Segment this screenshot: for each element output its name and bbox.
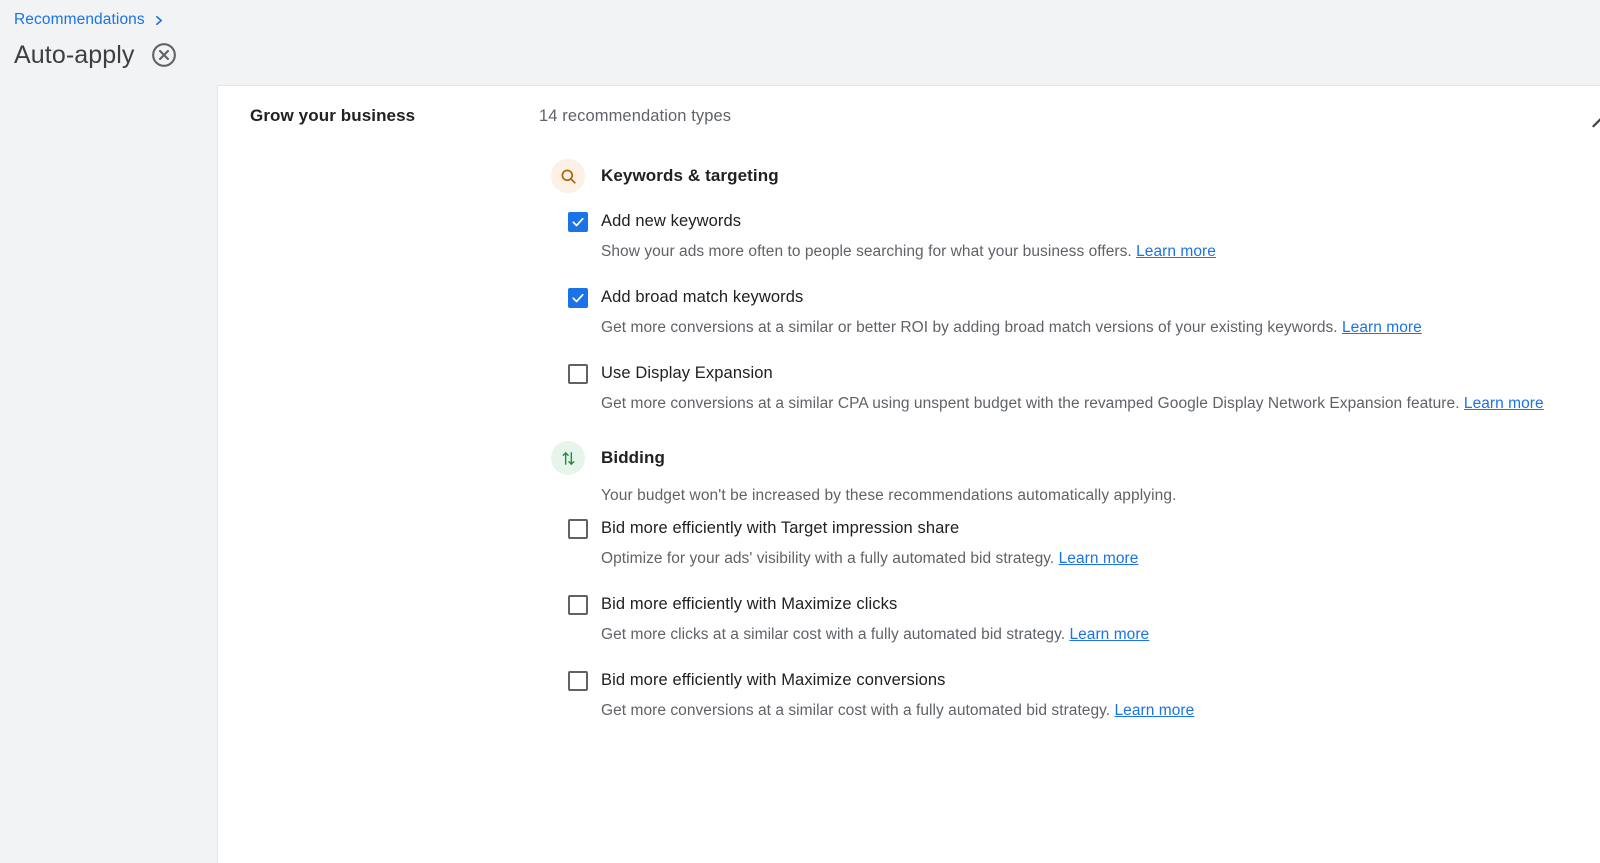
option-description-text: Get more conversions at a similar cost w… xyxy=(601,702,1111,719)
learn-more-link[interactable]: Learn more xyxy=(1069,626,1149,643)
group-name: Bidding xyxy=(601,448,665,467)
option-description-text: Show your ads more often to people searc… xyxy=(601,243,1132,260)
option-description-text: Get more clicks at a similar cost with a… xyxy=(601,626,1066,643)
checkbox-maximize-clicks[interactable] xyxy=(568,595,588,615)
checkbox-maximize-conversions[interactable] xyxy=(568,671,588,691)
option-description: Optimize for your ads' visibility with a… xyxy=(601,548,1536,569)
section-recommendation-count: 14 recommendation types xyxy=(539,107,732,125)
option-label[interactable]: Bid more efficiently with Maximize conve… xyxy=(601,669,1600,691)
group-name: Keywords & targeting xyxy=(601,166,779,185)
close-circle-icon[interactable] xyxy=(150,41,178,69)
learn-more-link[interactable]: Learn more xyxy=(1136,243,1216,260)
option-use-display-expansion: Use Display Expansion Get more conversio… xyxy=(551,362,1600,414)
group-options: Bid more efficiently with Target impress… xyxy=(551,517,1600,721)
option-target-impression-share: Bid more efficiently with Target impress… xyxy=(551,517,1600,569)
recommendations-card: Grow your business 14 recommendation typ… xyxy=(217,85,1600,863)
learn-more-link[interactable]: Learn more xyxy=(1464,395,1544,412)
group-note: Your budget won't be increased by these … xyxy=(601,487,1177,504)
learn-more-link[interactable]: Learn more xyxy=(1342,319,1422,336)
learn-more-link[interactable]: Learn more xyxy=(1059,550,1139,567)
option-maximize-clicks: Bid more efficiently with Maximize click… xyxy=(551,593,1600,645)
group-options: Add new keywords Show your ads more ofte… xyxy=(551,210,1600,414)
page-title: Auto-apply xyxy=(14,41,135,69)
breadcrumb: Recommendations xyxy=(14,10,165,30)
option-description: Show your ads more often to people searc… xyxy=(601,241,1536,262)
group-header: Bidding xyxy=(551,436,1600,480)
checkbox-add-broad-match-keywords[interactable] xyxy=(568,288,588,308)
learn-more-link[interactable]: Learn more xyxy=(1115,702,1195,719)
page-title-row: Auto-apply xyxy=(14,38,178,72)
group-bidding: Bidding Your budget won't be increased b… xyxy=(218,436,1600,721)
option-description-text: Optimize for your ads' visibility with a… xyxy=(601,550,1055,567)
option-label[interactable]: Bid more efficiently with Target impress… xyxy=(601,517,1600,539)
group-keywords-targeting: Keywords & targeting Add new keywords Sh… xyxy=(218,154,1600,414)
checkbox-use-display-expansion[interactable] xyxy=(568,364,588,384)
option-label[interactable]: Use Display Expansion xyxy=(601,362,1600,384)
left-rail xyxy=(0,85,217,863)
checkbox-add-new-keywords[interactable] xyxy=(568,212,588,232)
option-label[interactable]: Add new keywords xyxy=(601,210,1600,232)
option-description-text: Get more conversions at a similar or bet… xyxy=(601,319,1338,336)
arrows-up-down-icon xyxy=(551,441,585,475)
option-add-broad-match-keywords: Add broad match keywords Get more conver… xyxy=(551,286,1600,338)
group-header: Keywords & targeting xyxy=(551,154,1600,198)
option-description-text: Get more conversions at a similar CPA us… xyxy=(601,395,1460,412)
breadcrumb-link-recommendations[interactable]: Recommendations xyxy=(14,10,145,30)
option-description: Get more conversions at a similar or bet… xyxy=(601,317,1600,338)
checkbox-target-impression-share[interactable] xyxy=(568,519,588,539)
section-title: Grow your business xyxy=(250,106,416,125)
option-description: Get more conversions at a similar CPA us… xyxy=(601,393,1600,414)
top-bar: Recommendations Auto-apply xyxy=(0,0,1600,85)
option-label[interactable]: Bid more efficiently with Maximize click… xyxy=(601,593,1600,615)
chevron-right-icon xyxy=(152,14,165,27)
search-icon xyxy=(551,159,585,193)
card-header: Grow your business 14 recommendation typ… xyxy=(218,86,1600,154)
option-label[interactable]: Add broad match keywords xyxy=(601,286,1600,308)
option-add-new-keywords: Add new keywords Show your ads more ofte… xyxy=(551,210,1600,262)
option-description: Get more conversions at a similar cost w… xyxy=(601,700,1536,721)
option-description: Get more clicks at a similar cost with a… xyxy=(601,624,1536,645)
option-maximize-conversions: Bid more efficiently with Maximize conve… xyxy=(551,669,1600,721)
